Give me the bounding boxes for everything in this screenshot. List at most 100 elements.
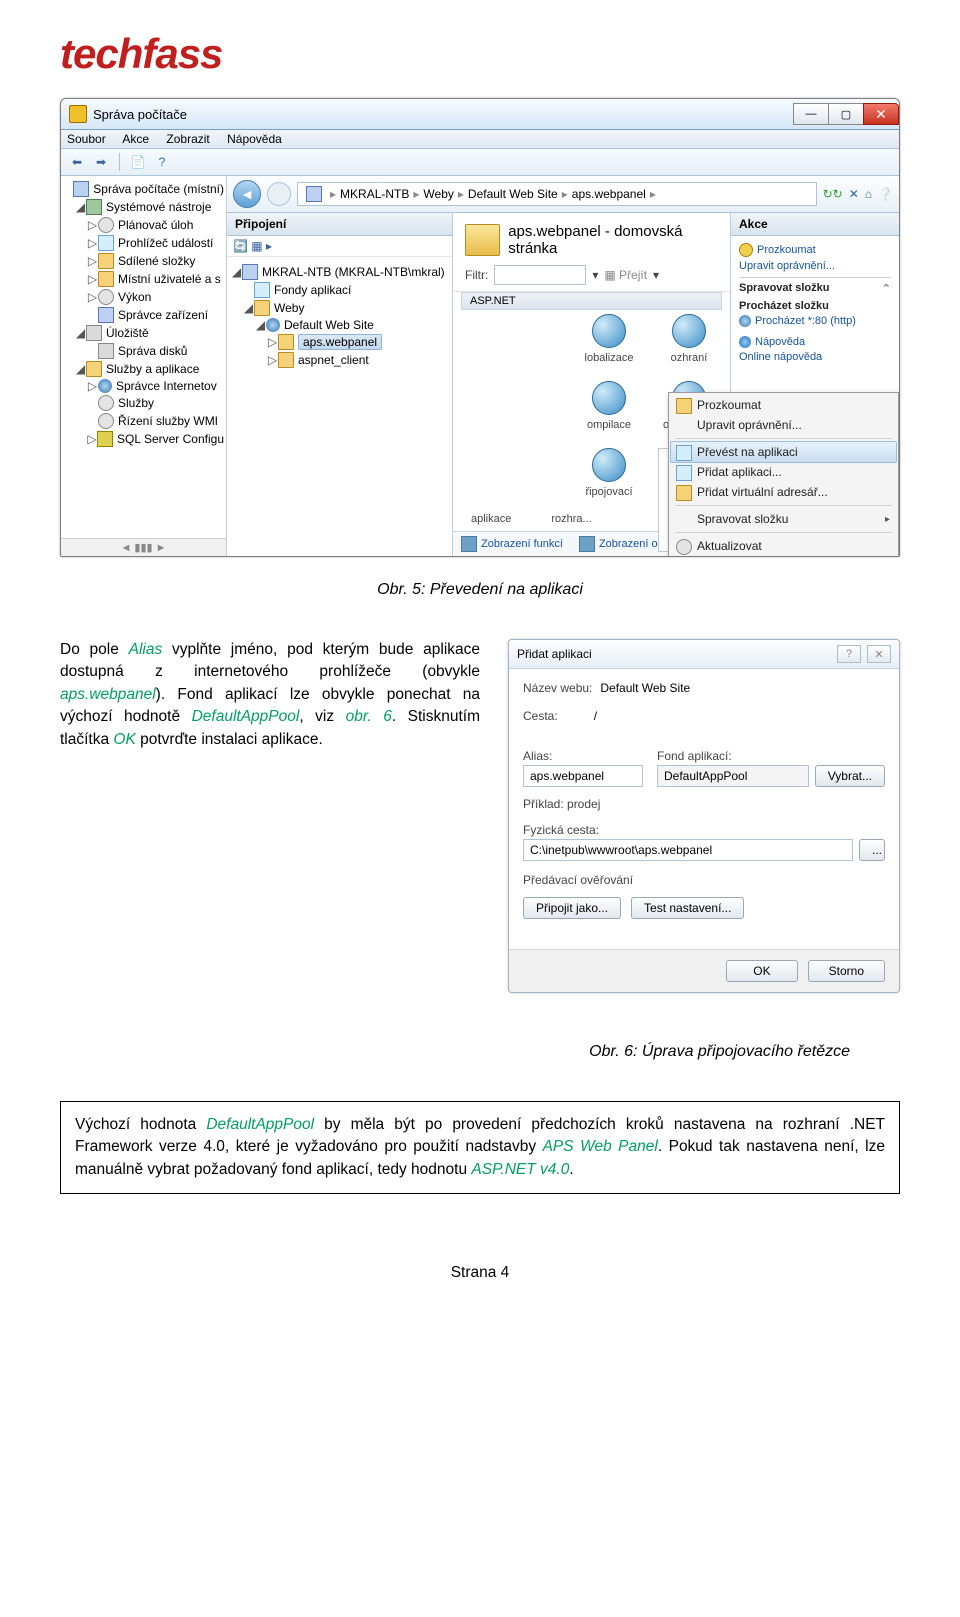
nav-fwd-icon[interactable] [267, 182, 291, 206]
tree-item[interactable]: ▷Sdílené složky [63, 252, 224, 270]
close-button[interactable]: ✕ [863, 103, 899, 125]
ok-button[interactable]: OK [726, 960, 797, 982]
bc-1[interactable]: Weby [423, 187, 453, 201]
action-help[interactable]: Nápověda [739, 336, 891, 348]
pool-input: DefaultAppPool [657, 765, 809, 787]
bc-2[interactable]: Default Web Site [468, 187, 558, 201]
action-perms[interactable]: Upravit oprávnění... [739, 260, 891, 272]
note-box: Výchozí hodnota DefaultAppPool by měla b… [60, 1101, 900, 1194]
lbl-physpath: Fyzická cesta: [523, 823, 885, 837]
scrollbar[interactable]: ◄ ▮▮▮ ► [61, 538, 226, 556]
ctx-item[interactable]: Přidat virtuální adresář... [671, 482, 896, 502]
conn-item[interactable]: ▷aps.webpanel [231, 333, 448, 351]
dialog-close-icon[interactable]: ✕ [867, 645, 891, 663]
context-menu: ProzkoumatUpravit oprávnění... Převést na… [668, 392, 899, 557]
back-icon[interactable]: ⬅ [67, 152, 87, 172]
ctx-item[interactable]: Aktualizovat [671, 536, 896, 556]
filter-input[interactable] [494, 265, 586, 285]
connect-as-button[interactable]: Připojit jako... [523, 897, 621, 919]
tree-item[interactable]: Správce zařízení [63, 306, 224, 324]
dialog-title: Přidat aplikaci [517, 647, 592, 661]
window-title: Správa počítače [93, 107, 187, 122]
stop-icon[interactable]: ✕ [849, 187, 859, 201]
list-icon[interactable]: ▦ [251, 239, 262, 253]
add-icon[interactable]: ▸ [266, 239, 272, 253]
caption-fig5: Obr. 5: Převedení na aplikaci [60, 581, 900, 599]
tree-item[interactable]: ▷SQL Server Configu [63, 430, 224, 448]
conn-item[interactable]: ◢Default Web Site [231, 317, 448, 333]
connections-panel: Připojení 🔄 ▦ ▸ ◢MKRAL-NTB (MKRAL-NTB\mk… [227, 213, 453, 556]
ctx-item[interactable]: Upravit oprávnění... [671, 415, 896, 435]
tree-item[interactable]: Služby [63, 394, 224, 412]
breadcrumb[interactable]: ▸ MKRAL-NTB▸ Weby▸ Default Web Site▸ aps… [297, 182, 817, 206]
tree-item[interactable]: ◢Služby a aplikace [63, 360, 224, 378]
feature-icon[interactable]: řipojovací [578, 448, 640, 557]
alias-input[interactable]: aps.webpanel [523, 765, 643, 787]
action-explore[interactable]: Prozkoumat [739, 243, 891, 257]
tree-item[interactable]: ▷Výkon [63, 288, 224, 306]
test-settings-button[interactable]: Test nastavení... [631, 897, 744, 919]
action-online-help[interactable]: Online nápověda [739, 351, 891, 363]
physpath-input[interactable]: C:\inetpub\wwwroot\aps.webpanel [523, 839, 853, 861]
left-tree-panel: Správa počítače (místní)◢Systémové nástr… [61, 176, 227, 556]
bc-0[interactable]: MKRAL-NTB [340, 187, 409, 201]
feature-icon[interactable]: ­ompilace [578, 381, 640, 432]
tree-item[interactable]: ▷Správce Internetov [63, 378, 224, 394]
lbl-path: Cesta: [523, 709, 558, 731]
tree-item[interactable]: ◢Úložiště [63, 324, 224, 342]
folder-icon[interactable]: 📄 [128, 152, 148, 172]
filter-go[interactable]: Přejít [619, 268, 647, 282]
logo: techfass [60, 30, 900, 78]
conn-icon[interactable]: 🔄 [233, 239, 248, 253]
lbl-alias: Alias: [523, 749, 643, 763]
select-pool-button[interactable]: Vybrat... [815, 765, 885, 787]
bc-3[interactable]: aps.webpanel [572, 187, 646, 201]
menubar: Soubor Akce Zobrazit Nápověda [61, 130, 899, 149]
ctx-item[interactable]: Prozkoumat [671, 395, 896, 415]
menu-action[interactable]: Akce [122, 132, 149, 146]
lbl-auth: Předávací ověřování [523, 873, 885, 887]
ctx-item[interactable]: Přidat aplikaci... [671, 462, 896, 482]
help-icon[interactable]: ? [152, 152, 172, 172]
forward-icon[interactable]: ➡ [91, 152, 111, 172]
center-panel: aps.webpanel - domovská stránka Filtr: ▾… [453, 213, 730, 556]
val-path: / [594, 709, 597, 723]
mmc-window: Správa počítače — ▢ ✕ Soubor Akce Zobraz… [60, 98, 900, 557]
tree-item[interactable]: ▷Prohlížeč událostí [63, 234, 224, 252]
tree-item[interactable]: ▷Plánovač úloh [63, 216, 224, 234]
conn-item[interactable]: ◢MKRAL-NTB (MKRAL-NTB\mkral) [231, 263, 448, 281]
toolbar: ⬅ ➡ 📄 ? [61, 149, 899, 176]
center-title: aps.webpanel - domovská stránka [508, 223, 718, 257]
ctx-item[interactable]: Převést na aplikaci [670, 441, 897, 463]
actions-browse-head: Procházet složku [739, 300, 891, 312]
maximize-button[interactable]: ▢ [828, 103, 864, 125]
action-browse[interactable]: Procházet *:80 (http) [739, 315, 891, 327]
titlebar: Správa počítače — ▢ ✕ [61, 99, 899, 130]
group-aspnet: ASP.NET [461, 292, 722, 310]
sync-icon[interactable]: ↻↻ [823, 187, 843, 201]
minimize-button[interactable]: — [793, 103, 829, 125]
menu-view[interactable]: Zobrazit [166, 132, 209, 146]
feature-icon[interactable]: lobalizace [578, 314, 640, 365]
tree-item[interactable]: Správa počítače (místní) [63, 180, 224, 198]
home-icon[interactable]: ⌂ [865, 187, 872, 201]
conn-item[interactable]: ◢Weby [231, 299, 448, 317]
conn-item[interactable]: ▷aspnet_client [231, 351, 448, 369]
tree-item[interactable]: ◢Systémové nástroje [63, 198, 224, 216]
tree-item[interactable]: ▷Místní uživatelé a s [63, 270, 224, 288]
menu-file[interactable]: Soubor [67, 132, 106, 146]
view-features[interactable]: Zobrazení funkcí [461, 536, 563, 552]
cancel-button[interactable]: Storno [808, 960, 885, 982]
nav-back-icon[interactable]: ◄ [233, 180, 261, 208]
feature-icon[interactable]: ozhraní [658, 314, 720, 365]
conn-item[interactable]: Fondy aplikací [231, 281, 448, 299]
tree-item[interactable]: Řízení služby WMI [63, 412, 224, 430]
tree-item[interactable]: Správa disků [63, 342, 224, 360]
val-webname: Default Web Site [600, 681, 690, 695]
ctx-item[interactable]: Spravovat složku [671, 509, 896, 529]
lbl-webname: Název webu: [523, 681, 592, 703]
menu-help[interactable]: Nápověda [227, 132, 282, 146]
help-nav-icon[interactable]: ❔ [878, 187, 893, 201]
dialog-help-icon[interactable]: ? [837, 645, 861, 663]
browse-button[interactable]: ... [859, 839, 885, 861]
